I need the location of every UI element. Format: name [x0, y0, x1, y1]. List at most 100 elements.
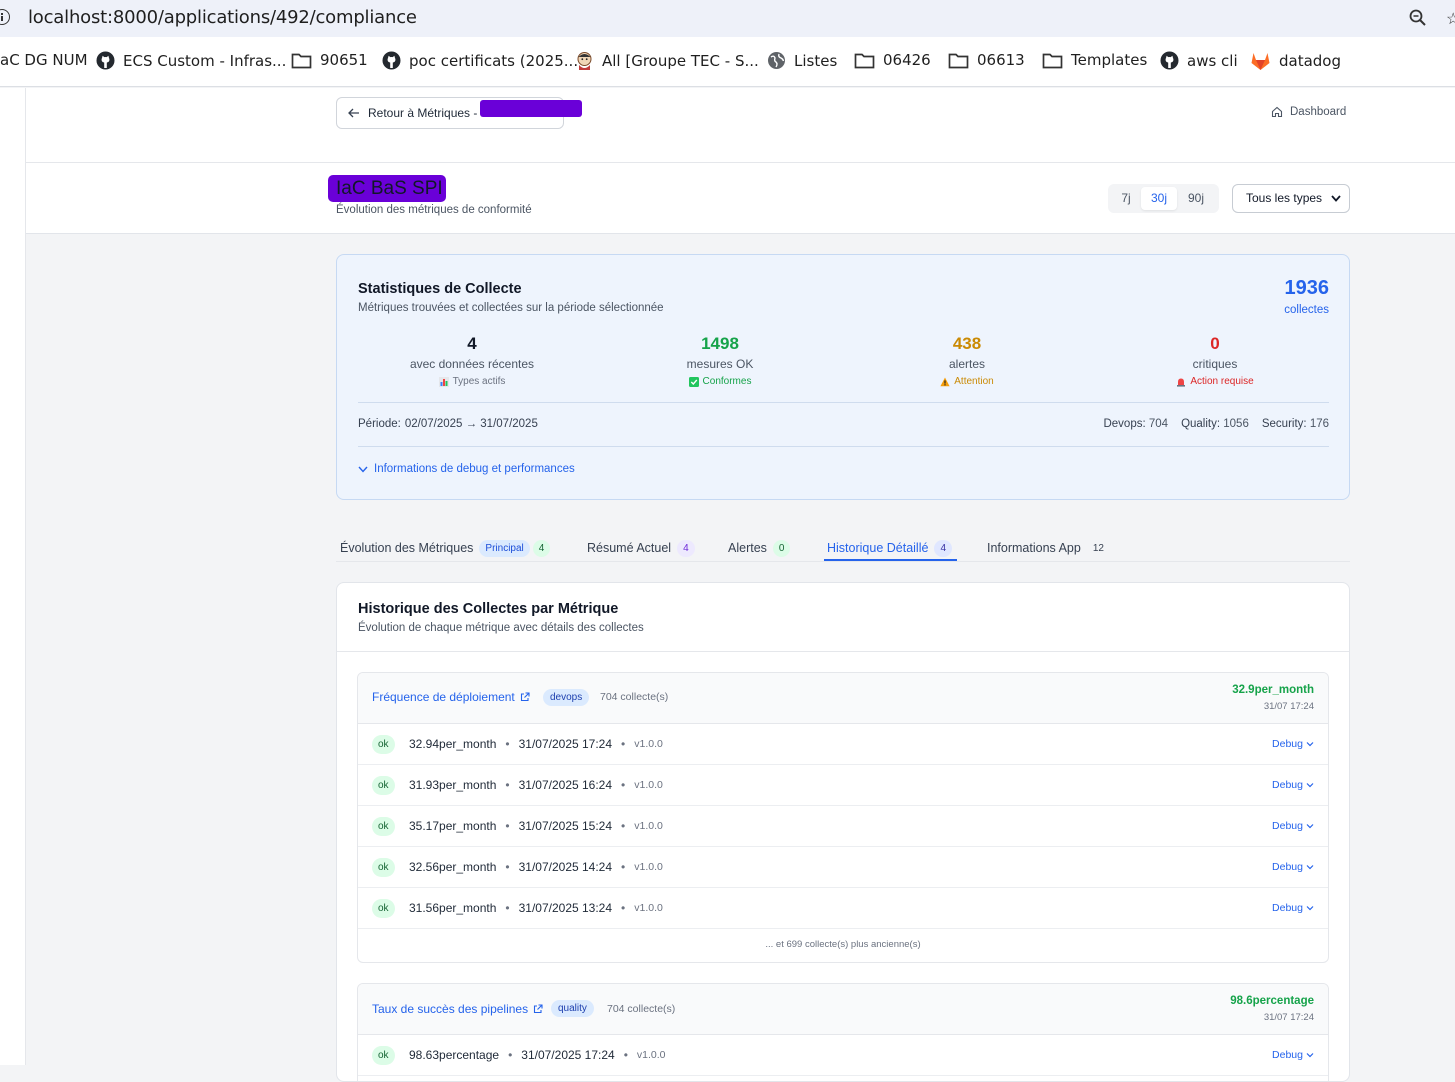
stat-recent-label: avec données récentes — [409, 357, 535, 371]
tab-label: Évolution des Métriques — [340, 541, 474, 555]
site-info-icon[interactable] — [0, 9, 10, 25]
total-collections-value: 1936 — [1284, 277, 1330, 299]
bookmark-item[interactable]: All [Groupe TEC - S... — [575, 51, 759, 70]
bookmark-item[interactable]: aC DG NUM — [0, 51, 88, 69]
bookmark-folder[interactable]: 90651 — [291, 51, 368, 69]
debug-info-toggle[interactable]: Informations de debug et performances — [358, 463, 575, 475]
bookmark-folder[interactable]: Templates — [1042, 51, 1147, 69]
bookmark-label: aws cli — [1187, 51, 1238, 70]
status-badge: ok — [372, 858, 395, 877]
tab-informations[interactable]: Informations App 12 — [987, 536, 1110, 560]
period-7j-button[interactable]: 7j — [1114, 187, 1138, 210]
sidebar-gutter — [0, 88, 26, 1065]
type-filter-select[interactable]: Tous les types — [1232, 184, 1350, 213]
status-badge: ok — [372, 817, 395, 836]
page-title: IaC BaS SPI — [336, 178, 443, 199]
period-30j-button[interactable]: 30j — [1141, 187, 1177, 210]
metric-group: Fréquence de déploiement devops 704 coll… — [357, 672, 1329, 963]
browser-url-bar[interactable]: localhost:8000/applications/492/complian… — [0, 0, 1455, 37]
stat-recent-value: 4 — [467, 334, 477, 353]
debug-button[interactable]: Debug — [1272, 779, 1314, 791]
warning-icon — [940, 377, 950, 387]
metric-group-header: Fréquence de déploiement devops 704 coll… — [358, 673, 1328, 724]
bookmark-folder[interactable]: 06613 — [948, 51, 1025, 69]
siren-icon — [1176, 377, 1186, 387]
period-range-value: 02/07/2025 → 31/07/2025 — [404, 418, 538, 430]
gitlab-icon — [1250, 51, 1271, 71]
stat-alerts-sub: Attention — [867, 376, 1067, 387]
status-badge: ok — [372, 1046, 395, 1065]
tab-label: Informations App — [987, 541, 1081, 555]
github-icon — [96, 51, 115, 70]
debug-label: Debug — [1272, 861, 1303, 873]
debug-label: Debug — [1272, 738, 1303, 750]
url-text[interactable]: localhost:8000/applications/492/complian… — [28, 7, 417, 28]
breakdown-label: Devops: — [1103, 418, 1146, 430]
tab-evolution[interactable]: Évolution des Métriques Principal 4 — [340, 536, 551, 560]
collection-date: 31/07/2025 17:24 — [518, 737, 613, 751]
folder-icon — [291, 52, 312, 69]
tab-resume[interactable]: Résumé Actuel 4 — [587, 536, 695, 560]
collection-value: 98.63percentage — [409, 1048, 500, 1062]
external-link-icon — [520, 692, 530, 702]
page-subtitle: Évolution des métriques de conformité — [336, 204, 532, 216]
metric-link[interactable]: Taux de succès des pipelines — [372, 1002, 543, 1016]
zoom-icon[interactable] — [1408, 8, 1428, 28]
stat-critical-sub-label: Action requise — [1190, 376, 1254, 387]
bookmark-item[interactable]: ECS Custom - Infras... — [96, 51, 286, 70]
collection-date: 31/07/2025 17:24 — [521, 1048, 615, 1062]
collection-version: v1.0.0 — [634, 779, 663, 791]
debug-info-label: Informations de debug et performances — [374, 463, 575, 475]
jenkins-icon — [575, 51, 594, 70]
collection-details: 31.56per_month • 31/07/2025 13:24 • v1.0.0 — [409, 901, 663, 915]
debug-button[interactable]: Debug — [1272, 1049, 1314, 1061]
tab-count: 4 — [934, 539, 952, 557]
bookmark-folder[interactable]: 06426 — [854, 51, 931, 69]
collection-row: ok 98.63percentage • 31/07/2025 17:24 • v1… — [358, 1035, 1328, 1076]
debug-button[interactable]: Debug — [1272, 738, 1314, 750]
collection-date: 31/07/2025 15:24 — [518, 819, 613, 833]
stats-divider — [358, 402, 1329, 403]
tab-historique[interactable]: Historique Détaillé 4 — [827, 536, 952, 560]
metric-group: Taux de succès des pipelines quality 704… — [357, 983, 1329, 1081]
stat-critical-value: 0 — [1210, 334, 1220, 353]
stat-ok-value: 1498 — [701, 334, 739, 353]
collection-row: ok 31.93per_month • 31/07/2025 16:24 • v1.… — [358, 765, 1328, 806]
category-badge: devops — [543, 689, 590, 706]
status-badge: ok — [372, 776, 395, 795]
bookmark-item[interactable]: datadog — [1250, 51, 1341, 71]
stats-divider — [358, 446, 1329, 447]
metric-link[interactable]: Fréquence de déploiement — [372, 690, 530, 704]
bookmark-item[interactable]: poc certificats (2025... — [382, 51, 578, 70]
tab-count: 4 — [532, 539, 551, 557]
bookmark-label: poc certificats (2025... — [409, 51, 579, 70]
stat-ok-sub: Conformes — [620, 376, 820, 387]
collection-count: 704 collecte(s) — [600, 691, 669, 703]
dashboard-label: Dashboard — [1290, 106, 1347, 118]
period-range: Période: 02/07/2025 → 31/07/2025 — [358, 418, 538, 430]
collection-version: v1.0.0 — [634, 738, 663, 750]
globe-icon — [767, 51, 786, 70]
debug-button[interactable]: Debug — [1272, 820, 1314, 832]
history-subtitle: Évolution de chaque métrique avec détail… — [358, 622, 644, 634]
period-90j-button[interactable]: 90j — [1181, 187, 1211, 210]
debug-button[interactable]: Debug — [1272, 861, 1314, 873]
debug-label: Debug — [1272, 902, 1303, 914]
bookmark-item[interactable]: aws cli — [1160, 51, 1238, 70]
metric-group-header: Taux de succès des pipelines quality 704… — [358, 984, 1328, 1035]
bookmark-item[interactable]: Listes — [767, 51, 837, 70]
breakdown-value: 704 — [1148, 418, 1169, 430]
stat-alerts-label: alertes — [948, 357, 986, 371]
bar-chart-icon — [438, 376, 449, 387]
bookmark-label: aC DG NUM — [0, 51, 88, 69]
stat-critical-sub: Action requise — [1115, 376, 1315, 387]
tab-alertes[interactable]: Alertes 0 — [728, 536, 791, 560]
tab-tag: Principal — [479, 539, 530, 557]
latest-value: 32.9per_month — [1232, 684, 1314, 696]
star-icon[interactable]: ☆ — [1446, 9, 1455, 29]
debug-label: Debug — [1272, 820, 1303, 832]
debug-button[interactable]: Debug — [1272, 902, 1314, 914]
breakdown-label: Quality: — [1181, 418, 1221, 430]
dashboard-link[interactable]: Dashboard — [1271, 106, 1346, 118]
breakdown-label: Security: — [1261, 418, 1307, 430]
